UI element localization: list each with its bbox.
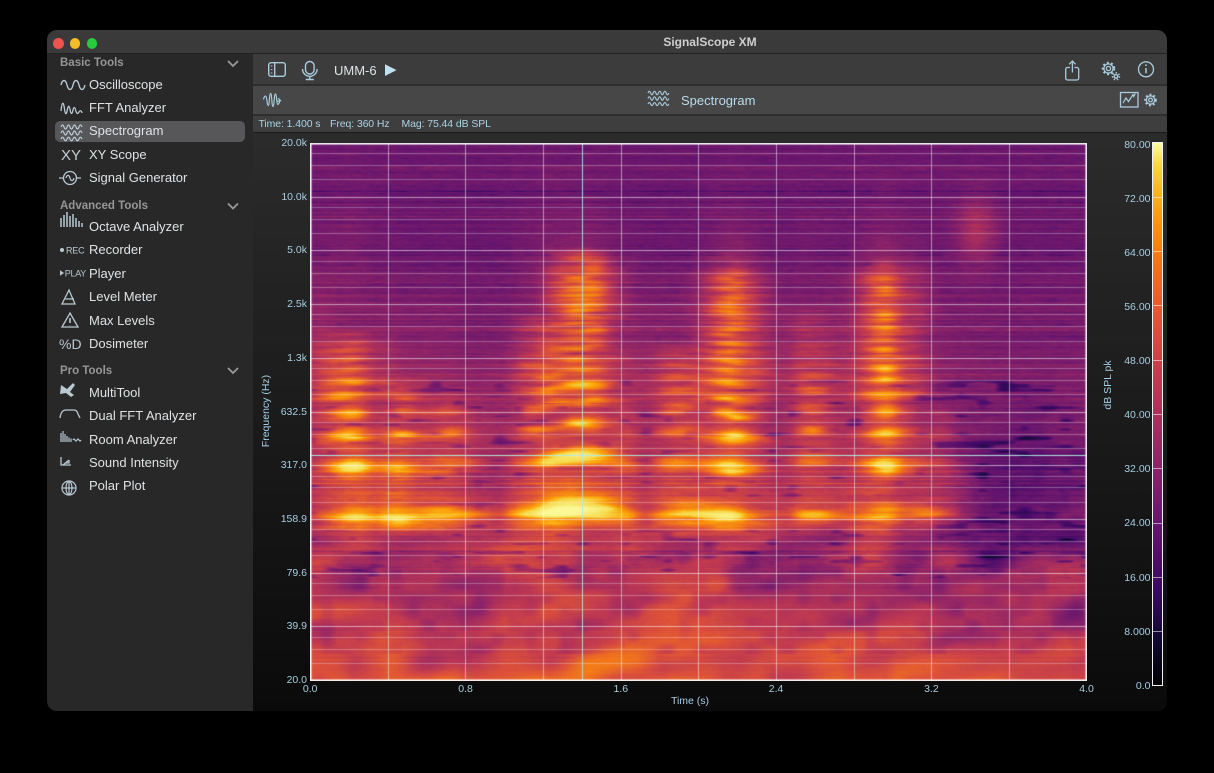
svg-text:XY: XY bbox=[61, 147, 81, 164]
svg-text:REC: REC bbox=[66, 246, 85, 256]
svg-text:PLAY: PLAY bbox=[65, 269, 86, 279]
svg-text:%D: %D bbox=[59, 336, 82, 352]
